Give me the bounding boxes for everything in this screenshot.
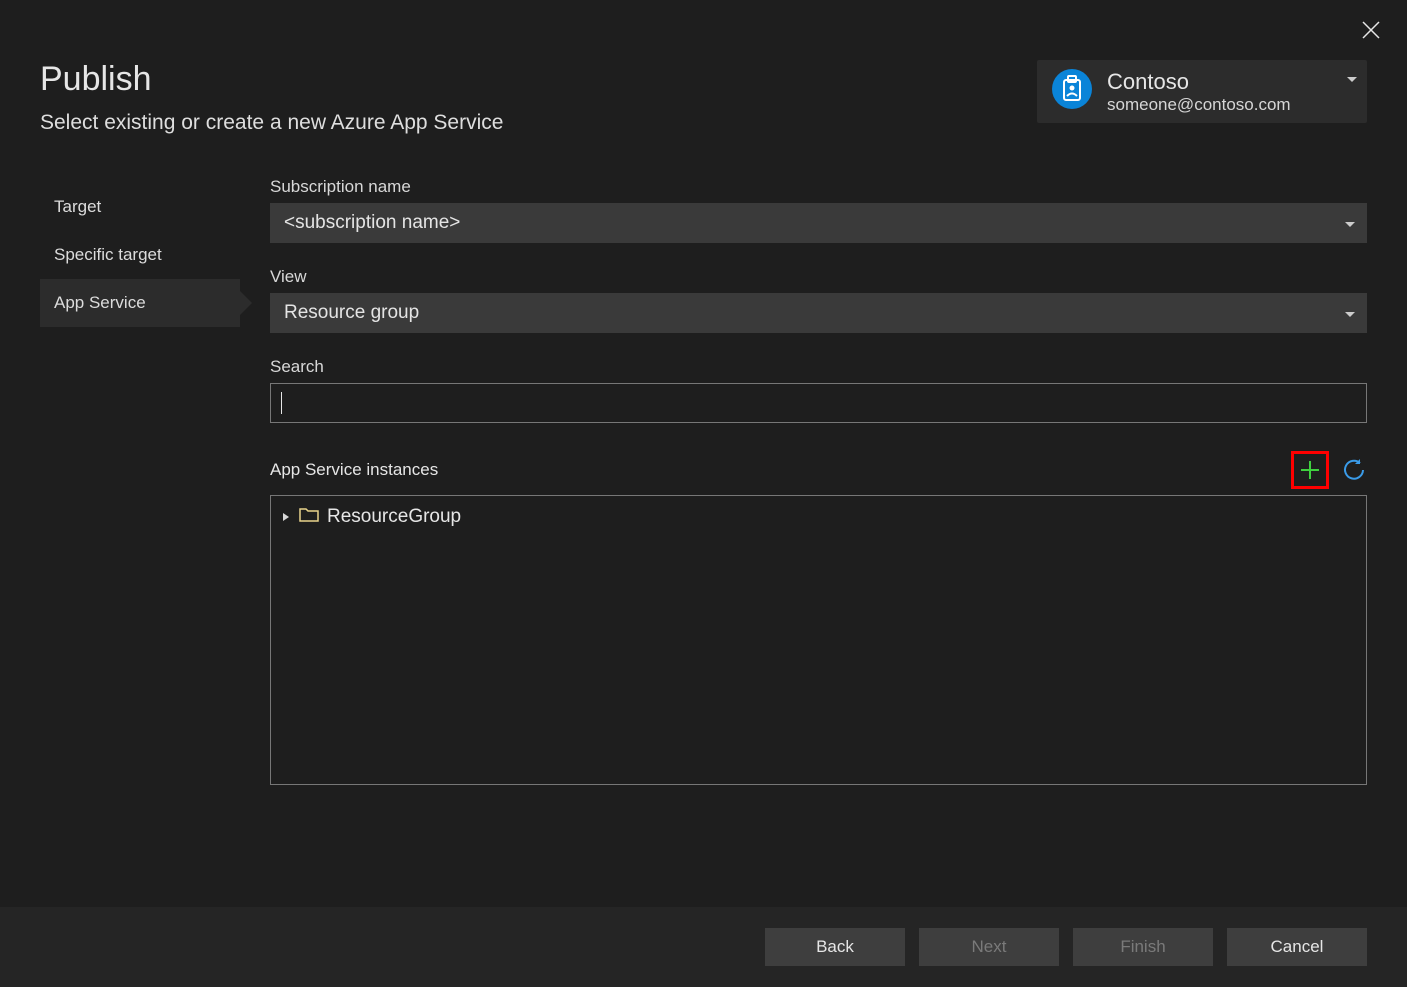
- button-label: Back: [816, 937, 854, 957]
- subscription-value: <subscription name>: [284, 212, 460, 234]
- instances-tree[interactable]: ResourceGroup: [270, 495, 1367, 785]
- header: Publish Select existing or create a new …: [0, 0, 1407, 135]
- chevron-down-icon: [1345, 302, 1355, 324]
- search-input-wrapper[interactable]: [270, 383, 1367, 423]
- subscription-label: Subscription name: [270, 177, 1367, 197]
- add-instance-button[interactable]: [1291, 451, 1329, 489]
- button-label: Cancel: [1271, 937, 1324, 957]
- instances-actions: [1291, 451, 1367, 489]
- subscription-dropdown[interactable]: <subscription name>: [270, 203, 1367, 243]
- instances-header: App Service instances: [270, 451, 1367, 489]
- next-button[interactable]: Next: [919, 928, 1059, 966]
- refresh-button[interactable]: [1341, 457, 1367, 483]
- account-text: Contoso someone@contoso.com: [1107, 69, 1291, 115]
- form-panel: Subscription name <subscription name> Vi…: [270, 175, 1367, 907]
- folder-icon: [299, 506, 319, 528]
- instances-label: App Service instances: [270, 460, 438, 480]
- step-label: Target: [54, 197, 101, 216]
- back-button[interactable]: Back: [765, 928, 905, 966]
- dialog-subtitle: Select existing or create a new Azure Ap…: [40, 111, 503, 135]
- step-target[interactable]: Target: [40, 183, 240, 231]
- view-value: Resource group: [284, 302, 419, 324]
- dialog-title: Publish: [40, 60, 503, 99]
- finish-button[interactable]: Finish: [1073, 928, 1213, 966]
- view-dropdown[interactable]: Resource group: [270, 293, 1367, 333]
- search-label: Search: [270, 357, 1367, 377]
- step-app-service[interactable]: App Service: [40, 279, 240, 327]
- account-picker[interactable]: Contoso someone@contoso.com: [1037, 60, 1367, 123]
- dialog-body: Target Specific target App Service Subsc…: [0, 135, 1407, 907]
- close-button[interactable]: [1361, 20, 1381, 45]
- publish-dialog: Publish Select existing or create a new …: [0, 0, 1407, 987]
- cancel-button[interactable]: Cancel: [1227, 928, 1367, 966]
- chevron-down-icon: [1347, 70, 1357, 88]
- account-name: Contoso: [1107, 69, 1291, 95]
- dialog-footer: Back Next Finish Cancel: [0, 907, 1407, 987]
- badge-icon: [1051, 68, 1093, 115]
- step-specific-target[interactable]: Specific target: [40, 231, 240, 279]
- chevron-down-icon: [1345, 212, 1355, 234]
- step-label: App Service: [54, 293, 146, 312]
- tree-item-label: ResourceGroup: [327, 506, 461, 528]
- button-label: Next: [972, 937, 1007, 957]
- account-email: someone@contoso.com: [1107, 95, 1291, 115]
- button-label: Finish: [1120, 937, 1165, 957]
- title-block: Publish Select existing or create a new …: [40, 60, 503, 135]
- wizard-steps: Target Specific target App Service: [40, 175, 240, 907]
- search-input[interactable]: [282, 393, 1356, 414]
- tree-item-resourcegroup[interactable]: ResourceGroup: [281, 506, 1356, 528]
- step-label: Specific target: [54, 245, 162, 264]
- expander-icon[interactable]: [281, 506, 291, 528]
- view-label: View: [270, 267, 1367, 287]
